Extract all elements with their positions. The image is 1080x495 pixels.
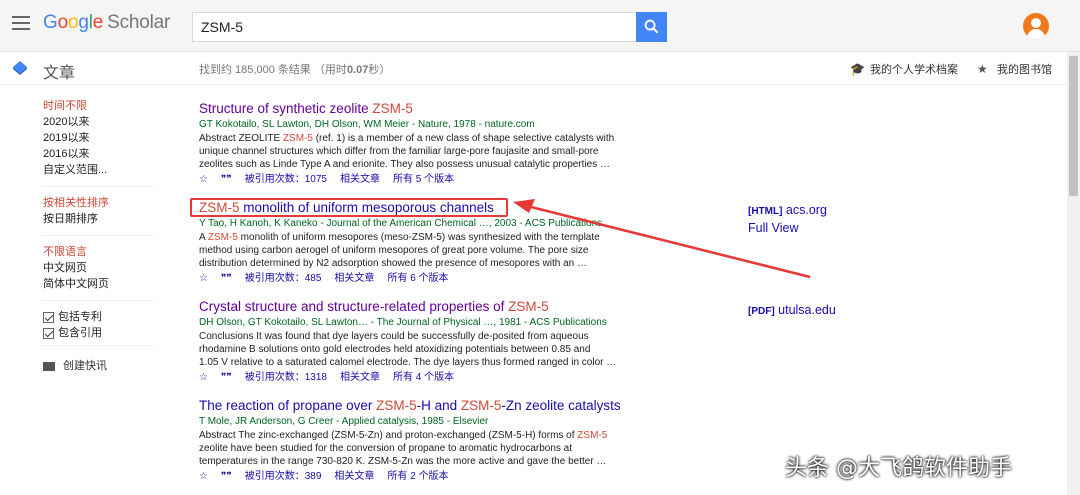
result-snippet: Abstract ZEOLITE ZSM-5 (ref. 1) is a mem…: [199, 133, 615, 144]
articles-icon: [13, 61, 27, 75]
include-patents-checkbox[interactable]: 包括专利: [43, 309, 158, 325]
result-stats: 找到约 185,000 条结果 （用时0.07秒）: [199, 64, 391, 76]
search-input[interactable]: ZSM-5: [192, 12, 637, 42]
result-authors: DH Olson, GT Kokotailo, SL Lawton… - The…: [199, 317, 607, 328]
sort-by-relevance[interactable]: 按相关性排序: [43, 195, 158, 211]
cite-quote-icon[interactable]: ❞❞: [221, 471, 232, 482]
cited-by-link[interactable]: 被引用次数：1075: [245, 174, 327, 185]
filter-simplified-chinese[interactable]: 简体中文网页: [43, 276, 158, 292]
all-versions-link[interactable]: 所有 6 个版本: [387, 273, 448, 284]
my-library-link[interactable]: ★ 我的图书馆: [977, 61, 1052, 77]
result-item: The reaction of propane over ZSM-5-H and…: [199, 398, 639, 484]
all-versions-link[interactable]: 所有 2 个版本: [387, 471, 448, 482]
filter-any-time[interactable]: 时间不限: [43, 98, 158, 114]
google-scholar-logo[interactable]: Google Scholar: [43, 12, 170, 34]
result-item: Structure of synthetic zeolite ZSM-5 GT …: [199, 101, 639, 187]
save-star-icon[interactable]: ☆: [199, 372, 208, 383]
filter-any-language[interactable]: 不限语言: [43, 244, 158, 260]
result-snippet: Abstract The zinc-exchanged (ZSM-5-Zn) a…: [199, 430, 608, 441]
filter-chinese-pages[interactable]: 中文网页: [43, 260, 158, 276]
save-star-icon[interactable]: ☆: [199, 471, 208, 482]
result-actions: ☆ ❞❞ 被引用次数：1318 相关文章 所有 4 个版本: [199, 371, 639, 385]
sub-header: 文章 找到约 185,000 条结果 （用时0.07秒） 🎓 我的个人学术档案 ★…: [0, 52, 1080, 85]
related-articles-link[interactable]: 相关文章: [334, 273, 374, 284]
watermark-text: 头条 @大飞鸽软件助手: [785, 456, 1012, 481]
filter-since-2019[interactable]: 2019以来: [43, 130, 158, 146]
cited-by-link[interactable]: 被引用次数：1318: [245, 372, 327, 383]
include-citations-checkbox[interactable]: 包含引用: [43, 325, 158, 341]
section-articles[interactable]: 文章: [43, 59, 75, 83]
related-articles-link[interactable]: 相关文章: [340, 174, 380, 185]
related-articles-link[interactable]: 相关文章: [340, 372, 380, 383]
filter-since-2016[interactable]: 2016以来: [43, 146, 158, 162]
filter-since-2020[interactable]: 2020以来: [43, 114, 158, 130]
cited-by-link[interactable]: 被引用次数：485: [245, 273, 322, 284]
scrollbar[interactable]: [1067, 52, 1080, 495]
avatar[interactable]: [1023, 13, 1049, 39]
menu-icon[interactable]: [12, 16, 30, 30]
cited-by-link[interactable]: 被引用次数：389: [245, 471, 322, 482]
sort-by-date[interactable]: 按日期排序: [43, 211, 158, 227]
checkbox-icon: [43, 327, 54, 339]
search-button[interactable]: [636, 12, 667, 42]
create-alert-button[interactable]: 创建快讯: [43, 358, 158, 374]
result-item: Crystal structure and structure-related …: [199, 299, 639, 385]
save-star-icon[interactable]: ☆: [199, 174, 208, 185]
result-authors: T Mole, JR Anderson, G Creer - Applied c…: [199, 416, 489, 427]
full-view-link[interactable]: Full View: [748, 221, 798, 235]
star-icon: ★: [977, 62, 988, 76]
filter-sidebar: 时间不限 2020以来 2019以来 2016以来 自定义范围... 按相关性排…: [42, 98, 158, 374]
result-title[interactable]: Structure of synthetic zeolite ZSM-5: [199, 101, 639, 117]
fulltext-link-acs[interactable]: [HTML] acs.org: [748, 203, 827, 217]
cite-quote-icon[interactable]: ❞❞: [221, 372, 232, 383]
all-versions-link[interactable]: 所有 5 个版本: [393, 174, 454, 185]
checkbox-icon: [43, 311, 54, 323]
cite-quote-icon[interactable]: ❞❞: [221, 174, 232, 185]
results-list: Structure of synthetic zeolite ZSM-5 GT …: [199, 101, 639, 495]
result-actions: ☆ ❞❞ 被引用次数：389 相关文章 所有 2 个版本: [199, 470, 639, 484]
result-title[interactable]: The reaction of propane over ZSM-5-H and…: [199, 398, 639, 414]
graduation-cap-icon: 🎓: [850, 62, 865, 76]
save-star-icon[interactable]: ☆: [199, 273, 208, 284]
fulltext-link-pdf[interactable]: [PDF] utulsa.edu: [748, 303, 836, 317]
cite-quote-icon[interactable]: ❞❞: [221, 273, 232, 284]
scroll-thumb[interactable]: [1069, 56, 1078, 196]
top-bar: Google Scholar ZSM-5: [0, 0, 1080, 52]
result-actions: ☆ ❞❞ 被引用次数：1075 相关文章 所有 5 个版本: [199, 173, 639, 187]
search-icon: [644, 19, 659, 34]
result-snippet: Conclusions It was found that dye layers…: [199, 331, 589, 342]
filter-custom-range[interactable]: 自定义范围...: [43, 162, 158, 178]
related-articles-link[interactable]: 相关文章: [334, 471, 374, 482]
result-authors: GT Kokotailo, SL Lawton, DH Olson, WM Me…: [199, 119, 535, 130]
mail-icon: [43, 361, 55, 371]
my-profile-link[interactable]: 🎓 我的个人学术档案: [850, 61, 958, 77]
all-versions-link[interactable]: 所有 4 个版本: [393, 372, 454, 383]
result-title[interactable]: Crystal structure and structure-related …: [199, 299, 639, 315]
